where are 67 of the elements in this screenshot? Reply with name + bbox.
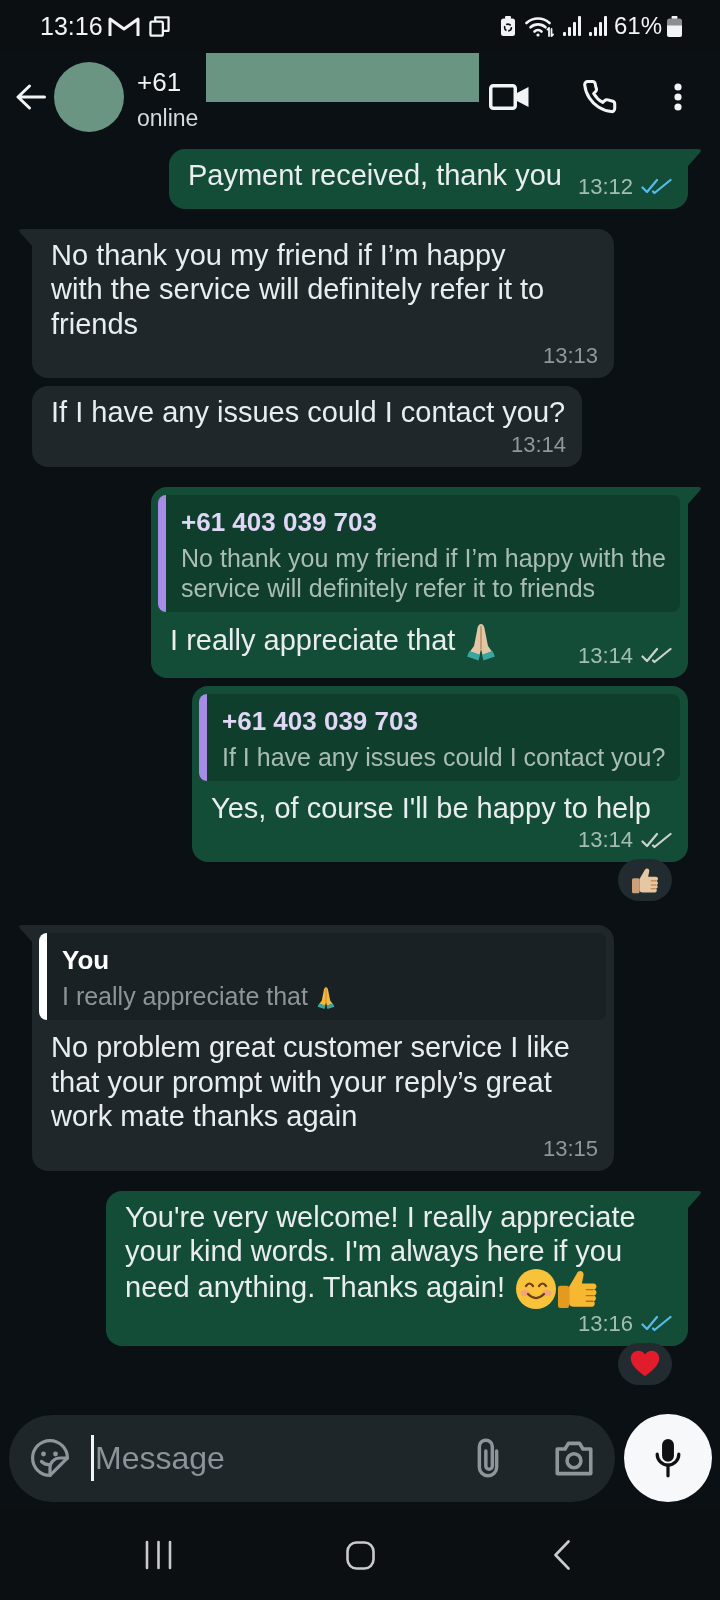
back-icon[interactable] <box>16 84 46 110</box>
recent-apps-icon[interactable] <box>144 1540 172 1570</box>
bubble-tail <box>688 486 701 504</box>
message-text: Payment received, thank you <box>187 158 562 193</box>
message-bubble[interactable]: +61 403 039 703 No thank you my friend if I’m happy with the service will definitely refer it to friends I really appreciate that 13:14 <box>151 486 688 678</box>
sticker-icon[interactable] <box>31 1439 69 1477</box>
quote-author: +61 403 039 703 <box>181 506 377 537</box>
signal-icon <box>562 16 581 36</box>
signal-icon <box>588 16 607 36</box>
bubble-tail <box>19 228 32 246</box>
folded-hands-icon <box>466 621 497 662</box>
quote-author: You <box>62 945 110 975</box>
microphone-icon <box>655 1438 681 1478</box>
message-bubble[interactable]: No thank you my friend if I’m happy with the service will definitely refer it to friends 13:13 <box>32 228 614 378</box>
quote-text: I really appreciate that <box>62 982 308 1010</box>
quoted-message[interactable]: +61 403 039 703 If I have any issues could I contact you? <box>199 693 680 781</box>
more-icon[interactable] <box>674 83 682 111</box>
message-bubble[interactable]: You I really appreciate that No problem great customer service I like that your prompt with your reply’s great work mate thanks again 13:15 <box>32 925 614 1171</box>
message-time: 13:16 <box>577 1310 633 1337</box>
smiling-face-icon <box>516 1268 556 1309</box>
quoted-message[interactable]: +61 403 039 703 No thank you my friend if I’m happy with the service will definitely refer it to friends <box>158 494 680 612</box>
message-bubble[interactable]: You're very welcome! I really appreciate your kind words. I'm always here if you need anything. Thanks again! 13:16 <box>106 1190 688 1346</box>
contact-name: +61 <box>137 66 183 98</box>
nav-back-icon[interactable] <box>554 1540 570 1570</box>
quote-text: If I have any issues could I contact you? <box>222 742 666 771</box>
message-time: 13:14 <box>577 642 633 669</box>
text-cursor-icon <box>91 1435 94 1481</box>
message-time: 13:12 <box>577 173 633 200</box>
message-bubble[interactable]: If I have any issues could I contact you? 13:14 <box>32 386 582 467</box>
message-bubble[interactable]: +61 403 039 703 If I have any issues could I contact you? Yes, of course I'll be happy to help 13:14 <box>192 685 688 862</box>
bubble-tail <box>688 1190 701 1208</box>
message-input[interactable]: Message <box>94 1435 477 1481</box>
power-saving-icon <box>500 16 515 36</box>
message-time: 13:14 <box>510 431 566 458</box>
message-bubble[interactable]: Payment received, thank you 13:12 <box>168 149 688 209</box>
message-text: No problem great customer service I like that your prompt with your reply’s great work mate thanks again <box>51 1030 570 1134</box>
clock-time: 13:16 <box>40 11 103 41</box>
quoted-message[interactable]: You I really appreciate that <box>39 933 606 1020</box>
bubble-tail <box>19 925 32 942</box>
message-text: No thank you my friend if I’m happy with the service will definitely refer it to friends <box>51 237 545 341</box>
message-text: If I have any issues could I contact you? <box>51 395 566 430</box>
message-time: 13:14 <box>577 827 633 853</box>
paperclip-icon[interactable] <box>477 1438 499 1478</box>
quote-text: No thank you my friend if I’m happy with the service will definitely refer it to friends <box>181 543 666 602</box>
wifi-icon <box>524 15 556 37</box>
message-text: I really appreciate that <box>170 621 497 662</box>
message-text: Yes, of course I'll be happy to help <box>211 790 651 825</box>
video-call-icon[interactable] <box>489 82 529 112</box>
phone-icon[interactable] <box>583 80 617 114</box>
home-icon[interactable] <box>345 1540 375 1570</box>
thumbs-up-icon <box>558 1268 598 1309</box>
message-time: 13:15 <box>542 1135 598 1162</box>
battery-percentage: 61% <box>613 11 662 41</box>
composer-bar[interactable]: Message <box>9 1414 615 1502</box>
battery-icon <box>667 15 682 37</box>
contact-status: online <box>137 104 199 133</box>
message-time: 13:13 <box>542 343 598 369</box>
thumbs-up-icon <box>631 866 659 894</box>
quote-author: +61 403 039 703 <box>222 705 418 736</box>
folded-hands-icon <box>317 986 335 1011</box>
camera-icon[interactable] <box>555 1440 593 1476</box>
bubble-tail <box>688 149 701 166</box>
mail-icon <box>107 15 140 37</box>
copy-icon <box>148 15 170 37</box>
heart-icon <box>630 1350 660 1377</box>
message-text: You're very welcome! I really appreciate your kind words. I'm always here if you need anything. Thanks again! <box>125 1199 636 1309</box>
reaction-badge[interactable] <box>618 859 672 901</box>
